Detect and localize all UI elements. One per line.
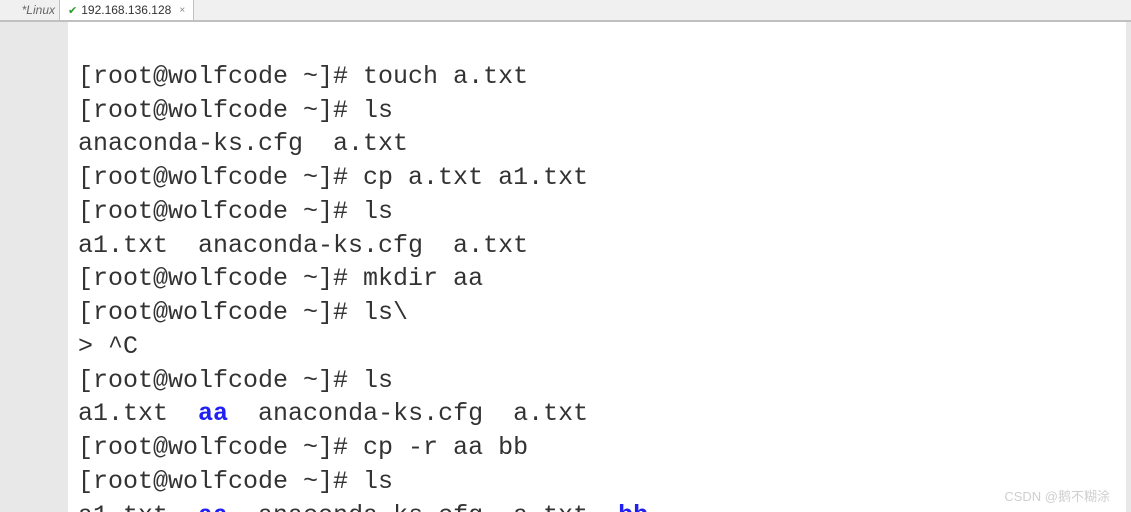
output-seg: a1.txt [78, 501, 198, 512]
tab-active[interactable]: ✔ 192.168.136.128 × [60, 0, 194, 20]
output-seg: a1.txt [78, 399, 198, 428]
cmd-ls: ls [363, 197, 393, 226]
prompt: [root@wolfcode ~]# [78, 298, 363, 327]
tab-unlabeled-label: *Linux [22, 3, 55, 17]
dir-aa: aa [198, 399, 228, 428]
dir-bb: bb [618, 501, 648, 512]
terminal[interactable]: [root@wolfcode ~]# touch a.txt [root@wol… [68, 22, 1126, 512]
watermark: CSDN @鹅不糊涂 [1004, 488, 1110, 506]
dir-aa: aa [198, 501, 228, 512]
cmd-ls: ls [363, 366, 393, 395]
cmd-cp1: cp a.txt a1.txt [363, 163, 588, 192]
output-seg: anaconda-ks.cfg a.txt [228, 501, 618, 512]
prompt: [root@wolfcode ~]# [78, 163, 363, 192]
prompt: [root@wolfcode ~]# [78, 264, 363, 293]
cmd-ls: ls [363, 467, 393, 496]
output-seg: anaconda-ks.cfg a.txt [228, 399, 588, 428]
continuation: > ^C [78, 332, 138, 361]
output-line: a1.txt anaconda-ks.cfg a.txt [78, 231, 528, 260]
prompt: [root@wolfcode ~]# [78, 62, 363, 91]
output-line: anaconda-ks.cfg a.txt [78, 129, 408, 158]
cmd-ls: ls [363, 96, 393, 125]
check-icon: ✔ [68, 4, 77, 17]
prompt: [root@wolfcode ~]# [78, 197, 363, 226]
cmd-cp2: cp -r aa bb [363, 433, 528, 462]
prompt: [root@wolfcode ~]# [78, 467, 363, 496]
cmd-mkdir: mkdir aa [363, 264, 483, 293]
prompt: [root@wolfcode ~]# [78, 96, 363, 125]
tab-bar: *Linux ✔ 192.168.136.128 × [0, 0, 1131, 22]
prompt: [root@wolfcode ~]# [78, 366, 363, 395]
prompt: [root@wolfcode ~]# [78, 433, 363, 462]
tab-active-label: 192.168.136.128 [81, 3, 171, 17]
close-icon[interactable]: × [179, 5, 185, 16]
tab-unlabeled[interactable]: *Linux [0, 0, 60, 20]
cmd-lsbs: ls\ [363, 298, 408, 327]
cmd-touch: touch a.txt [363, 62, 528, 91]
